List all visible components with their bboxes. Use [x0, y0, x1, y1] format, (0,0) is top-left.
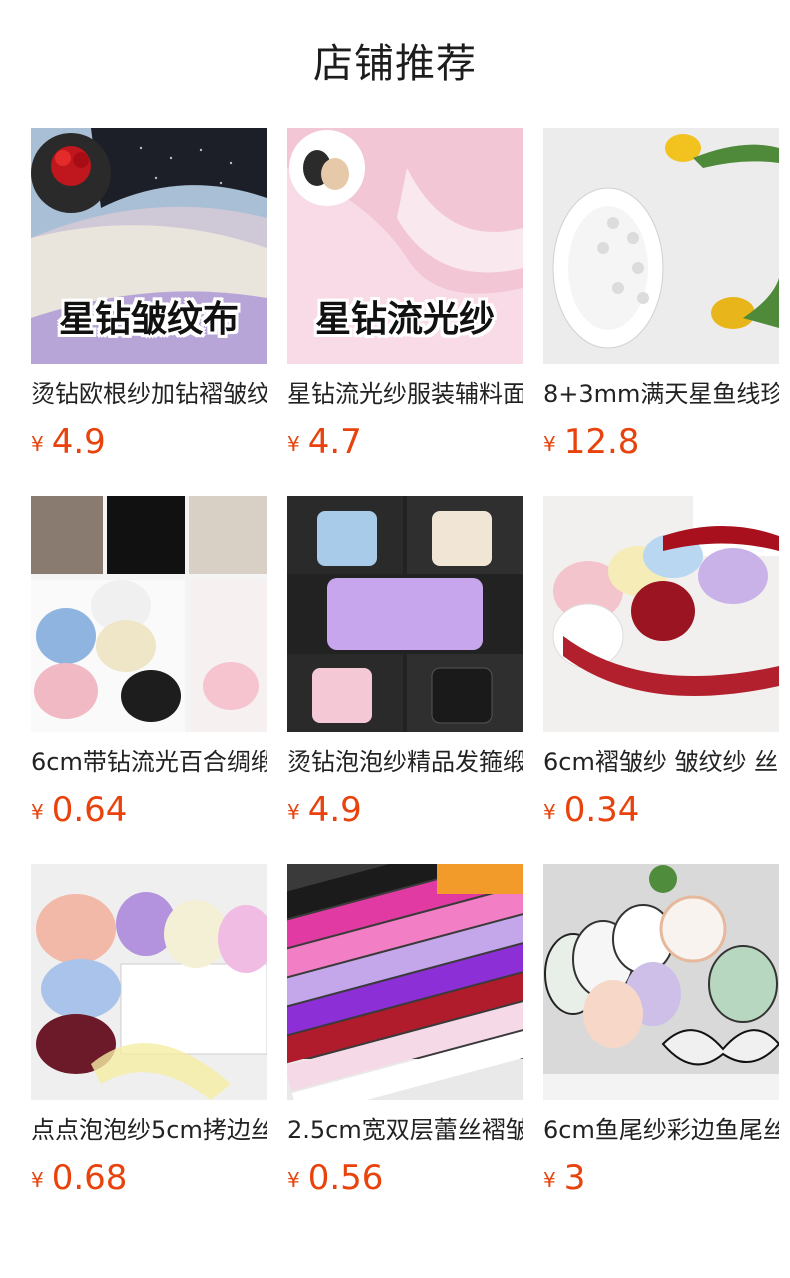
- product-card[interactable]: 8+3mm满天星鱼线珍珠 ¥12.8: [543, 128, 779, 462]
- product-price: ¥0.56: [287, 1158, 523, 1198]
- product-price: ¥3: [543, 1158, 779, 1198]
- currency-symbol: ¥: [543, 1168, 556, 1192]
- currency-symbol: ¥: [543, 432, 556, 456]
- price-value: 4.9: [307, 790, 362, 830]
- currency-symbol: ¥: [31, 800, 44, 824]
- page-title: 店铺推荐: [313, 41, 477, 87]
- product-image[interactable]: 星钻流光纱: [287, 128, 523, 364]
- price-value: 3: [563, 1158, 586, 1198]
- product-name[interactable]: 6cm鱼尾纱彩边鱼尾丝: [543, 1114, 779, 1146]
- product-image[interactable]: [543, 128, 779, 364]
- image-overlay-text: 星钻流光纱: [314, 299, 495, 340]
- product-image[interactable]: [287, 864, 523, 1100]
- product-image[interactable]: [31, 864, 267, 1100]
- product-price: ¥4.9: [287, 790, 523, 830]
- product-card[interactable]: 6cm褶皱纱 皱纹纱 丝带 ¥0.34: [543, 496, 779, 830]
- price-value: 0.34: [563, 790, 640, 830]
- product-image[interactable]: 星钻皱纹布: [31, 128, 267, 364]
- image-overlay-text: 星钻皱纹布: [58, 299, 239, 340]
- price-value: 0.56: [307, 1158, 384, 1198]
- product-card[interactable]: 2.5cm宽双层蕾丝褶皱 ¥0.56: [287, 864, 523, 1198]
- product-price: ¥4.9: [31, 422, 267, 462]
- product-price: ¥0.64: [31, 790, 267, 830]
- price-value: 4.7: [307, 422, 362, 462]
- product-name[interactable]: 8+3mm满天星鱼线珍珠: [543, 378, 779, 410]
- price-value: 0.68: [51, 1158, 128, 1198]
- product-name[interactable]: 点点泡泡纱5cm拷边丝: [31, 1114, 267, 1146]
- currency-symbol: ¥: [287, 432, 300, 456]
- price-value: 0.64: [51, 790, 128, 830]
- product-card[interactable]: 6cm带钻流光百合绸缎 ¥0.64: [31, 496, 267, 830]
- product-name[interactable]: 2.5cm宽双层蕾丝褶皱: [287, 1114, 523, 1146]
- currency-symbol: ¥: [31, 1168, 44, 1192]
- product-card[interactable]: 点点泡泡纱5cm拷边丝 ¥0.68: [31, 864, 267, 1198]
- product-card[interactable]: 星钻流光纱 星钻流光纱服装辅料面 ¥4.7: [287, 128, 523, 462]
- product-name[interactable]: 烫钻欧根纱加钻褶皱纹: [31, 378, 267, 410]
- product-card[interactable]: 星钻皱纹布 烫钻欧根纱加钻褶皱纹 ¥4.9: [31, 128, 267, 462]
- product-price: ¥4.7: [287, 422, 523, 462]
- price-value: 4.9: [51, 422, 106, 462]
- product-price: ¥12.8: [543, 422, 779, 462]
- product-name[interactable]: 烫钻泡泡纱精品发箍缎: [287, 746, 523, 778]
- product-card[interactable]: 烫钻泡泡纱精品发箍缎 ¥4.9: [287, 496, 523, 830]
- product-image[interactable]: [543, 864, 779, 1100]
- product-price: ¥0.34: [543, 790, 779, 830]
- product-image[interactable]: [543, 496, 779, 732]
- product-name[interactable]: 6cm褶皱纱 皱纹纱 丝带: [543, 746, 779, 778]
- product-card[interactable]: 6cm鱼尾纱彩边鱼尾丝 ¥3: [543, 864, 779, 1198]
- product-image[interactable]: [287, 496, 523, 732]
- product-price: ¥0.68: [31, 1158, 267, 1198]
- currency-symbol: ¥: [287, 800, 300, 824]
- currency-symbol: ¥: [31, 432, 44, 456]
- price-value: 12.8: [563, 422, 640, 462]
- product-name[interactable]: 6cm带钻流光百合绸缎: [31, 746, 267, 778]
- currency-symbol: ¥: [543, 800, 556, 824]
- currency-symbol: ¥: [287, 1168, 300, 1192]
- product-name[interactable]: 星钻流光纱服装辅料面: [287, 378, 523, 410]
- product-image[interactable]: [31, 496, 267, 732]
